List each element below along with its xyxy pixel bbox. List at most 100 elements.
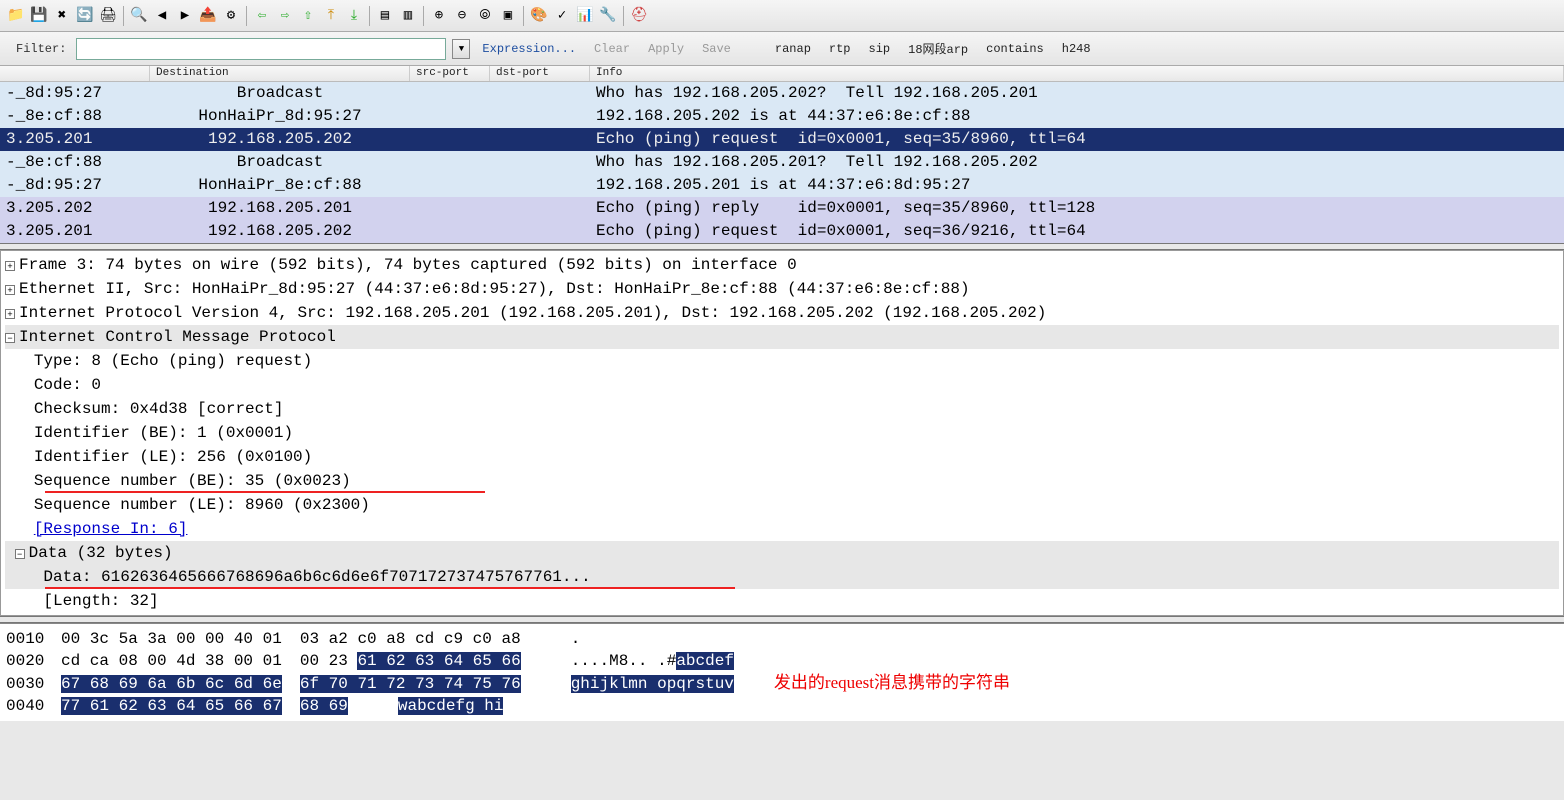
detail-seq-be[interactable]: Sequence number (BE): 35 (0x0023): [34, 472, 351, 490]
cell-dstport: [490, 128, 590, 151]
packet-details[interactable]: + Frame 3: 74 bytes on wire (592 bits), 7…: [0, 250, 1564, 616]
hex-view[interactable]: 001000 3c 5a 3a 00 00 40 0103 a2 c0 a8 c…: [0, 623, 1564, 721]
detail-icmp[interactable]: Internet Control Message Protocol: [19, 328, 336, 346]
icon-find[interactable]: 🔍: [129, 6, 149, 26]
cell-dstport: [490, 151, 590, 174]
detail-id-be[interactable]: Identifier (BE): 1 (0x0001): [34, 424, 293, 442]
packet-row[interactable]: -_8d:95:27BroadcastWho has 192.168.205.2…: [0, 82, 1564, 105]
icon-fit[interactable]: ▣: [498, 6, 518, 26]
packet-list[interactable]: -_8d:95:27BroadcastWho has 192.168.205.2…: [0, 82, 1564, 243]
separator: [623, 6, 624, 26]
splitter-1[interactable]: [0, 243, 1564, 250]
packet-row[interactable]: -_8d:95:27HonHaiPr_8e:cf:88192.168.205.2…: [0, 174, 1564, 197]
detail-eth[interactable]: Ethernet II, Src: HonHaiPr_8d:95:27 (44:…: [19, 280, 970, 298]
detail-id-le[interactable]: Identifier (LE): 256 (0x0100): [34, 448, 312, 466]
expand-icon[interactable]: +: [5, 261, 15, 271]
cell-destination: Broadcast: [150, 151, 410, 174]
col-info[interactable]: Info: [590, 66, 1564, 81]
packet-row[interactable]: 3.205.202192.168.205.201Echo (ping) repl…: [0, 197, 1564, 220]
packet-row[interactable]: -_8e:cf:88HonHaiPr_8d:95:27192.168.205.2…: [0, 105, 1564, 128]
hex-row[interactable]: 003067 68 69 6a 6b 6c 6d 6e6f 70 71 72 7…: [6, 672, 1558, 695]
collapse-icon[interactable]: −: [5, 333, 15, 343]
filter-preset-sip[interactable]: sip: [863, 42, 897, 56]
cell-source: -_8d:95:27: [0, 174, 150, 197]
icon-close[interactable]: ✖: [52, 6, 72, 26]
cell-srcport: [410, 151, 490, 174]
hex-offset: 0030: [6, 673, 61, 695]
detail-type[interactable]: Type: 8 (Echo (ping) request): [34, 352, 312, 370]
detail-data-val[interactable]: Data: 6162636465666768696a6b6c6d6e6f7071…: [43, 568, 590, 586]
detail-checksum[interactable]: Checksum: 0x4d38 [correct]: [34, 400, 284, 418]
filter-preset-ranap[interactable]: ranap: [769, 42, 817, 56]
detail-frame[interactable]: Frame 3: 74 bytes on wire (592 bits), 74…: [19, 256, 797, 274]
icon-opts[interactable]: 📊: [575, 6, 595, 26]
filter-preset-h248[interactable]: h248: [1056, 42, 1097, 56]
col-dstport[interactable]: dst-port: [490, 66, 590, 81]
hex-row[interactable]: 0020cd ca 08 00 4d 38 00 0100 23 61 62 6…: [6, 650, 1558, 672]
packet-row[interactable]: 3.205.201192.168.205.202Echo (ping) requ…: [0, 220, 1564, 243]
packet-row[interactable]: 3.205.201192.168.205.202 Echo (ping) requ…: [0, 128, 1564, 151]
col-src[interactable]: [0, 66, 150, 81]
icon-zoom1[interactable]: ⦾: [475, 6, 495, 26]
icon-cfg[interactable]: ⚙: [221, 6, 241, 26]
detail-code[interactable]: Code: 0: [34, 376, 101, 394]
icon-print[interactable]: 🖨: [98, 6, 118, 26]
filter-clear-link[interactable]: Clear: [588, 42, 636, 56]
packet-row[interactable]: -_8e:cf:88BroadcastWho has 192.168.205.2…: [0, 151, 1564, 174]
hex-bytes-selected: 67 68 69 6a 6b 6c 6d 6e: [61, 675, 282, 693]
cell-info: Echo (ping) request id=0x0001, seq=35/89…: [590, 128, 1564, 151]
hex-offset: 0020: [6, 650, 61, 672]
icon-gotop[interactable]: ⇧: [298, 6, 318, 26]
expand-icon[interactable]: +: [5, 309, 15, 319]
cell-dstport: [490, 105, 590, 128]
col-destination[interactable]: Destination: [150, 66, 410, 81]
filter-input[interactable]: [76, 38, 446, 60]
filter-dropdown-button[interactable]: ▼: [452, 39, 470, 59]
cell-source: -_8e:cf:88: [0, 105, 150, 128]
icon-goup[interactable]: ⤒: [321, 6, 341, 26]
icon-reload[interactable]: 🔄: [75, 6, 95, 26]
filter-apply-link[interactable]: Apply: [642, 42, 690, 56]
icon-help[interactable]: ⛑: [629, 6, 649, 26]
hex-row[interactable]: 001000 3c 5a 3a 00 00 40 0103 a2 c0 a8 c…: [6, 628, 1558, 650]
detail-seq-le[interactable]: Sequence number (LE): 8960 (0x2300): [34, 496, 370, 514]
detail-data-hdr[interactable]: Data (32 bytes): [29, 544, 173, 562]
icon-cap[interactable]: ✓: [552, 6, 572, 26]
expand-icon[interactable]: +: [5, 285, 15, 295]
icon-resize[interactable]: ▥: [398, 6, 418, 26]
splitter-2[interactable]: [0, 616, 1564, 623]
icon-color[interactable]: 🎨: [529, 6, 549, 26]
icon-godown[interactable]: ⤓: [344, 6, 364, 26]
detail-data-len[interactable]: [Length: 32]: [43, 592, 158, 610]
detail-response-link[interactable]: [Response In: 6]: [34, 520, 188, 538]
cell-dstport: [490, 82, 590, 105]
filter-preset-rtp[interactable]: rtp: [823, 42, 857, 56]
filter-save-link[interactable]: Save: [696, 42, 737, 56]
hex-row[interactable]: 004077 61 62 63 64 65 66 6768 69wabcdefg…: [6, 695, 1558, 717]
collapse-icon[interactable]: −: [15, 549, 25, 559]
col-srcport[interactable]: src-port: [410, 66, 490, 81]
detail-ip[interactable]: Internet Protocol Version 4, Src: 192.16…: [19, 304, 1046, 322]
separator: [423, 6, 424, 26]
icon-zoomout[interactable]: ⊖: [452, 6, 472, 26]
cell-destination: 192.168.205.202: [150, 128, 410, 151]
icon-cols[interactable]: ▤: [375, 6, 395, 26]
icon-zoomin[interactable]: ⊕: [429, 6, 449, 26]
cell-dstport: [490, 197, 590, 220]
icon-save[interactable]: 💾: [29, 6, 49, 26]
icon-open[interactable]: 📁: [6, 6, 26, 26]
icon-export[interactable]: 📤: [198, 6, 218, 26]
hex-ascii-selected: wabcdefg hi: [398, 697, 504, 715]
icon-ana[interactable]: 🔧: [598, 6, 618, 26]
hex-bytes: cd ca 08 00 4d 38 00 01: [61, 652, 282, 670]
cell-source: 3.205.201: [0, 128, 150, 151]
icon-prev[interactable]: ◀: [152, 6, 172, 26]
filter-expression-link[interactable]: Expression...: [476, 42, 582, 56]
cell-srcport: [410, 128, 490, 151]
filter-preset-18arp[interactable]: 18网段arp: [902, 40, 974, 57]
icon-next[interactable]: ▶: [175, 6, 195, 26]
filter-preset-contains[interactable]: contains: [980, 42, 1050, 56]
icon-gofwd[interactable]: ⇨: [275, 6, 295, 26]
cell-srcport: [410, 220, 490, 243]
icon-goback[interactable]: ⇦: [252, 6, 272, 26]
